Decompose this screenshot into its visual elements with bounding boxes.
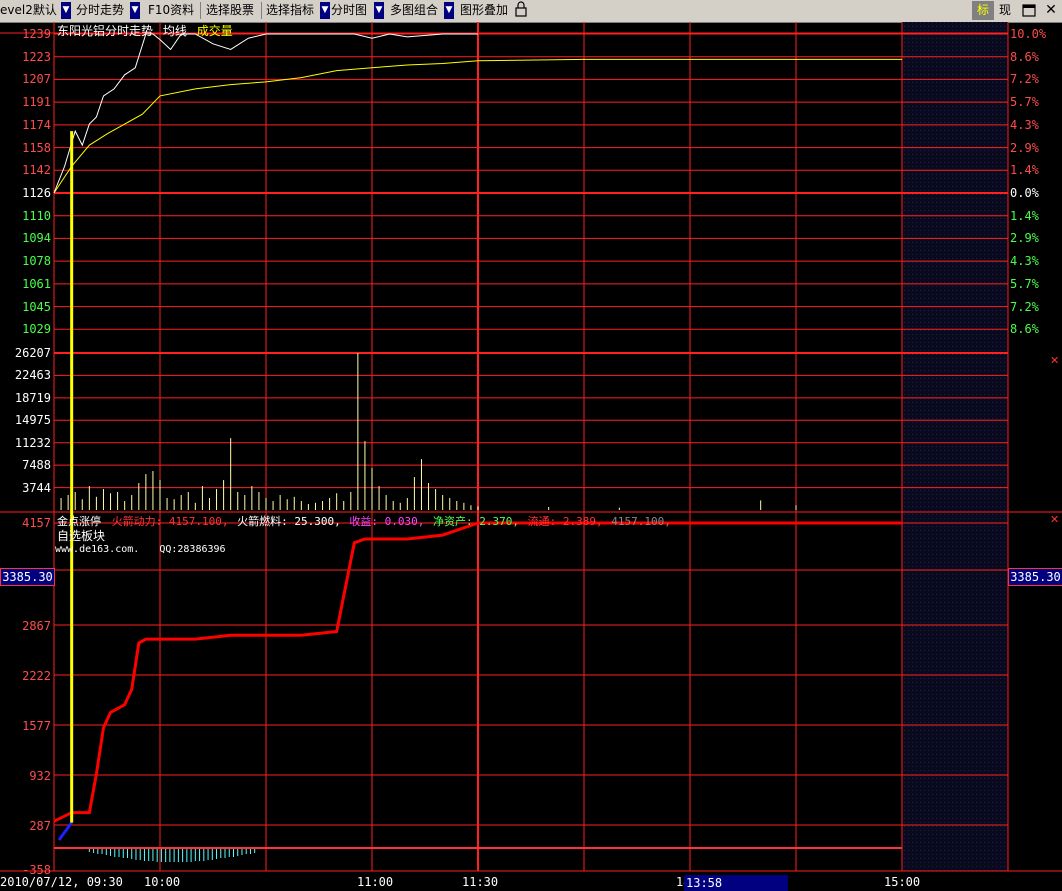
pct-tick-down: 7.2%	[1010, 299, 1039, 314]
price-tick-up: 1239	[22, 27, 51, 41]
pct-tick-up: 5.7%	[1010, 95, 1039, 110]
select-stock-button[interactable]: 选择股票	[206, 1, 254, 20]
indicator-tick: 287	[29, 819, 51, 833]
volume-tick: 14975	[14, 413, 51, 428]
price-tick-down: 1029	[22, 322, 51, 337]
website-text: www.de163.com.	[55, 544, 140, 555]
cursor-value-left: 3385.30	[0, 568, 55, 586]
price-tick-up: 1223	[22, 49, 51, 64]
dropdown-arrow-icon[interactable]: ▼	[61, 2, 71, 19]
qq-text: QQ:28386396	[159, 544, 226, 555]
float-label: 流通:	[527, 515, 557, 528]
current-button[interactable]: 现	[994, 1, 1016, 20]
mark-button[interactable]: 标	[972, 1, 994, 20]
sector-label: 自选板块	[57, 529, 106, 543]
volume-tick: 11232	[14, 435, 51, 450]
f10-button[interactable]: F10资料	[148, 1, 194, 20]
price-tick-base: 1126	[22, 186, 51, 200]
volume-tick: 22463	[14, 368, 51, 383]
level2-default-menu[interactable]: evel2默认	[0, 1, 57, 20]
rocket-power-value: 4157.100,	[168, 515, 229, 528]
close-icon[interactable]: ✕	[1040, 1, 1062, 20]
window-icon[interactable]	[1018, 1, 1040, 20]
select-indicator-button[interactable]: 选择指标	[266, 1, 314, 20]
indicator-tick: 932	[29, 769, 51, 783]
pct-tick-up: 2.9%	[1010, 140, 1039, 155]
indicator-tick: 2867	[22, 619, 51, 633]
pct-tick-down: 5.7%	[1010, 276, 1039, 291]
volume-tick: 3744	[22, 480, 51, 495]
scroll-marker-icon: ✕	[1050, 513, 1059, 526]
net-assets-value: 2.370,	[479, 515, 519, 528]
price-tick-up: 1158	[22, 140, 51, 155]
chart-overlay-button[interactable]: 图形叠加	[460, 1, 508, 20]
avg-line-label: 均线	[162, 24, 187, 38]
tick-1500: 15:00	[884, 875, 921, 889]
indicator-tick: 4157	[22, 516, 51, 530]
price-tick-down: 1094	[22, 231, 51, 246]
volume-tick: 26207	[14, 346, 51, 360]
scroll-marker-icon: ✕	[1050, 354, 1059, 367]
minute-trend-button[interactable]: 分时走势	[76, 1, 124, 20]
last-value: 4157.100,	[611, 515, 671, 528]
rocket-power-label: 火箭动力:	[111, 515, 163, 528]
cursor-datetime: 2010/07/12, 09:30	[0, 875, 123, 889]
stock-title: 东阳光铝分时走势	[57, 24, 154, 38]
multi-chart-button[interactable]: 多图组合	[390, 1, 438, 20]
toolbar-divider	[200, 2, 201, 19]
indicator-tick: 2222	[22, 669, 51, 683]
price-tick-up: 1142	[22, 163, 51, 178]
price-tick-up: 1207	[22, 72, 51, 87]
toolbar: evel2默认 ▼ 分时走势 ▼ F10资料 选择股票 选择指标 ▼ 分时图 ▼…	[0, 0, 1062, 23]
info-row: www.de163.com. QQ:28386396	[55, 544, 226, 555]
price-tick-down: 1045	[22, 299, 51, 314]
dropdown-arrow-icon[interactable]: ▼	[130, 2, 140, 19]
indicator-tick: 1577	[22, 719, 51, 733]
rocket-fuel-label: 火箭燃料:	[237, 515, 288, 528]
float-value: 2.389,	[562, 515, 603, 528]
chart-grid: ✕✕	[0, 22, 1062, 872]
future-area	[902, 22, 1008, 871]
pct-tick-down: 4.3%	[1010, 254, 1039, 269]
volume-tick: 7488	[22, 458, 51, 473]
dropdown-arrow-icon[interactable]: ▼	[444, 2, 454, 19]
tick-1130: 11:30	[462, 875, 499, 889]
volume-tick: 18719	[14, 390, 51, 405]
cursor-time: 13:58	[684, 875, 788, 891]
lock-icon[interactable]	[514, 1, 528, 20]
dropdown-arrow-icon[interactable]: ▼	[320, 2, 330, 19]
cursor-value-right: 3385.30	[1008, 568, 1062, 586]
rocket-fuel-value: 25.300,	[294, 515, 341, 528]
pct-tick-up: 7.2%	[1010, 72, 1039, 87]
dropdown-arrow-icon[interactable]: ▼	[374, 2, 384, 19]
toolbar-divider	[261, 2, 262, 19]
price-tick-down: 1110	[22, 208, 51, 223]
price-tick-down: 1061	[22, 276, 51, 291]
price-tick-down: 1078	[22, 254, 51, 269]
indicator-title-row: 金点涨停 火箭动力: 4157.100, 火箭燃料: 25.300, 收益: 0…	[57, 513, 671, 529]
pct-tick-base: 0.0%	[1010, 186, 1039, 200]
pct-tick-up: 4.3%	[1010, 117, 1039, 132]
net-assets-label: 净资产:	[432, 515, 473, 528]
pct-tick-down: 2.9%	[1010, 231, 1039, 246]
price-tick-up: 1174	[22, 117, 51, 132]
pct-tick-down: 8.6%	[1010, 322, 1039, 337]
chart-stage: ✕ ✕ 东阳光铝分时走势 均线 成交量 1239 1223 1207 1191 1174 1…	[0, 22, 1062, 891]
minute-chart-button[interactable]: 分时图	[331, 1, 367, 20]
pct-tick-up: 10.0%	[1010, 27, 1047, 41]
pct-tick-down: 1.4%	[1010, 208, 1039, 223]
pct-tick-up: 8.6%	[1010, 49, 1039, 64]
tick-1100: 11:00	[357, 875, 394, 889]
income-label: 收益:	[349, 515, 378, 528]
price-tick-up: 1191	[22, 95, 51, 110]
income-value: 0.030,	[384, 515, 425, 528]
pct-tick-up: 1.4%	[1010, 163, 1039, 178]
price-panel-title: 东阳光铝分时走势 均线 成交量	[57, 22, 233, 39]
volume-label: 成交量	[196, 24, 233, 38]
tick-1000: 10:00	[144, 875, 181, 889]
